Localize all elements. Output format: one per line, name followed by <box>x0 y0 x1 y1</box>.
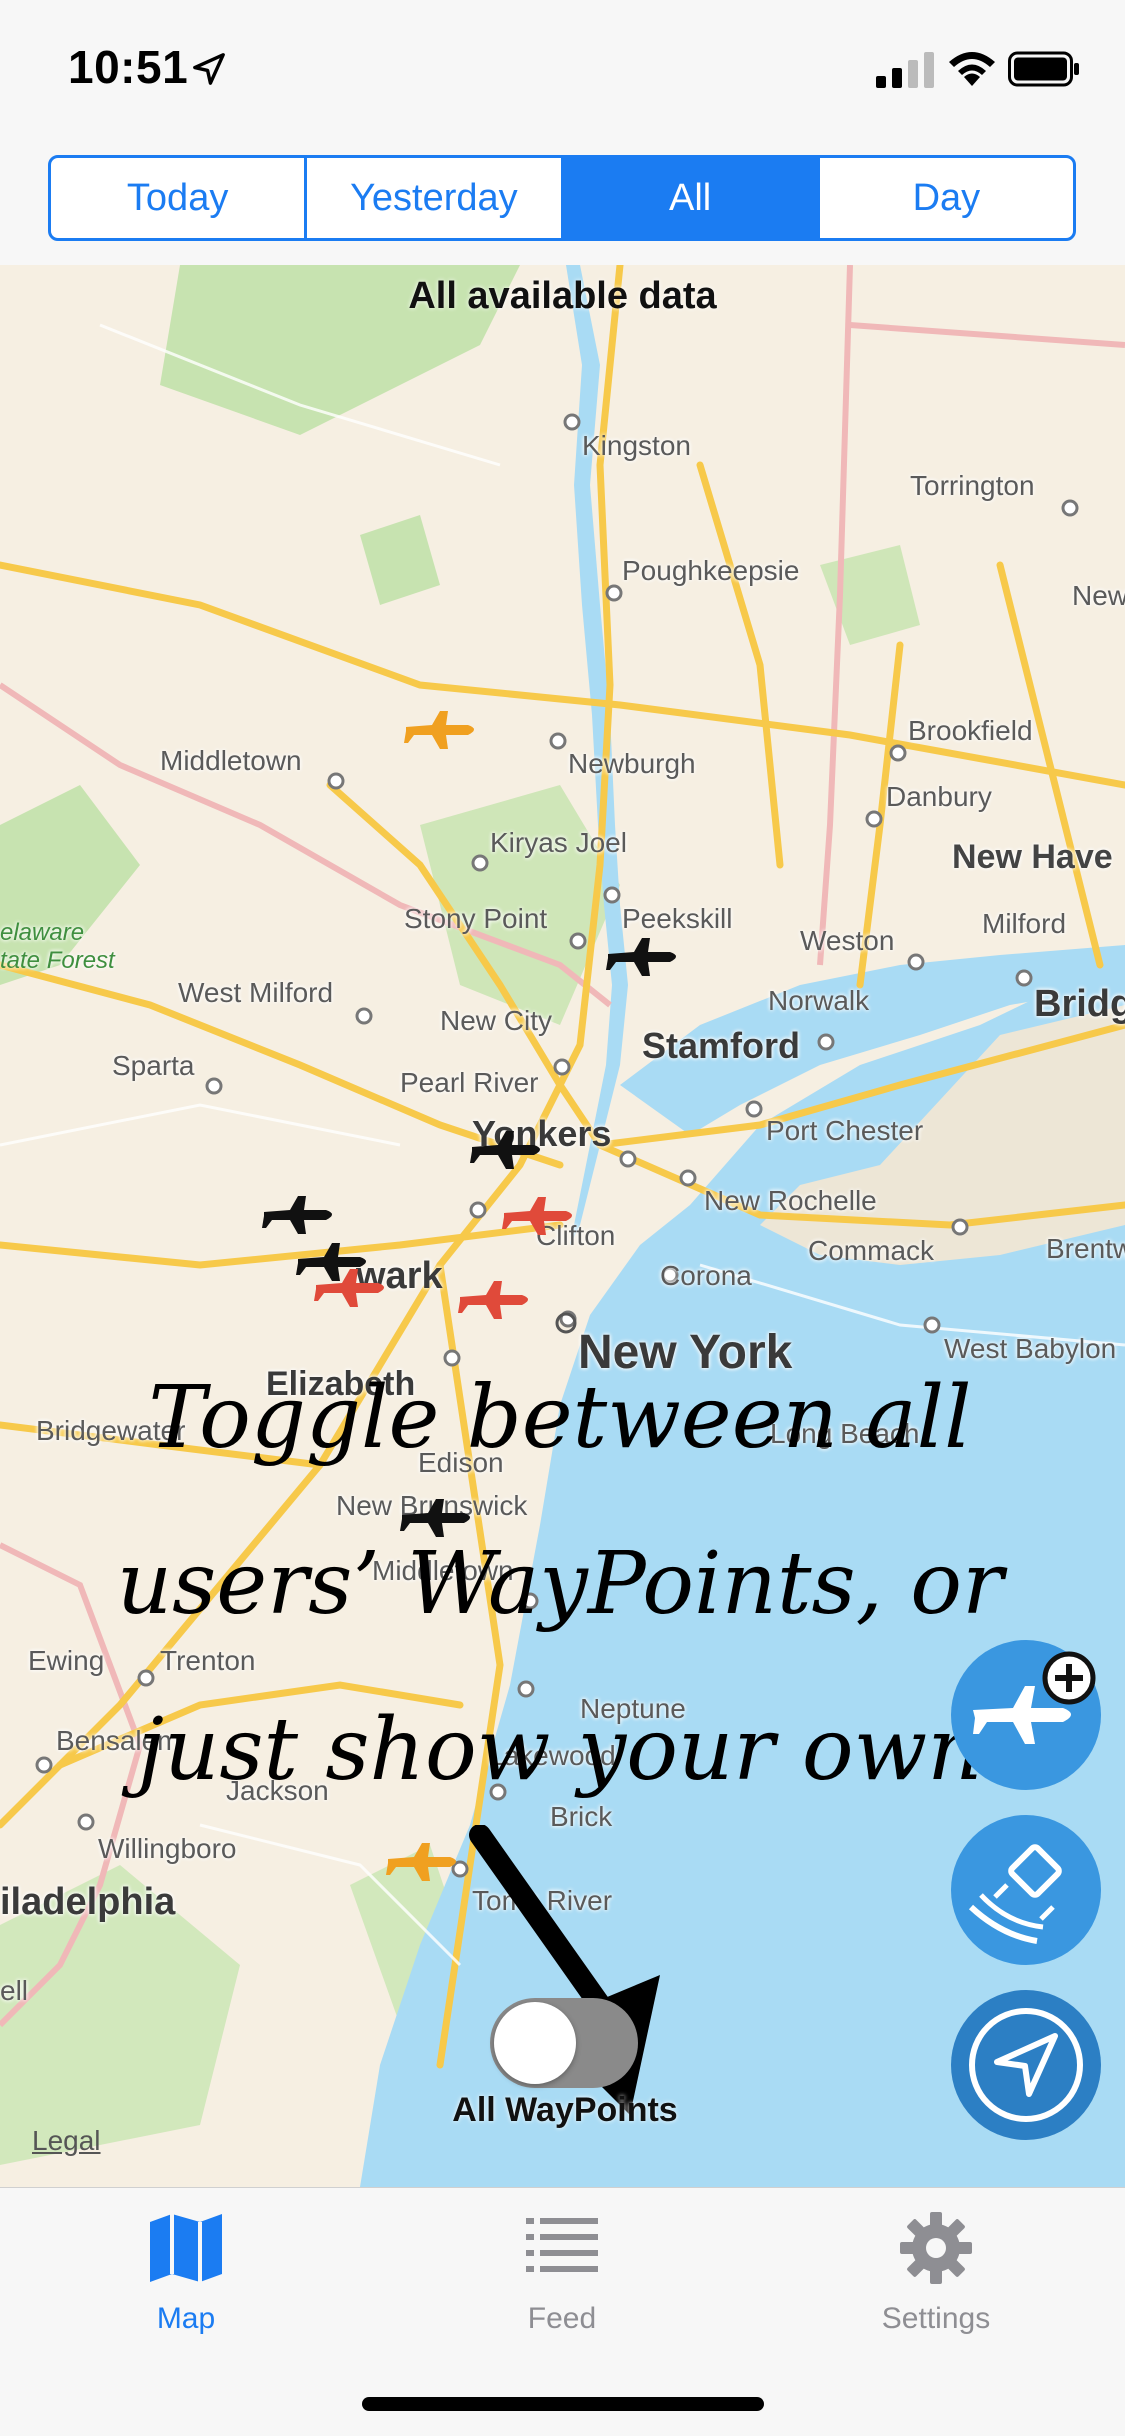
place-label: Milford <box>982 908 1067 939</box>
place-label: Weston <box>800 925 895 956</box>
home-indicator <box>362 2397 764 2411</box>
place-label: New <box>1072 580 1125 611</box>
date-range-segmented-control: Today Yesterday All Day <box>48 155 1076 241</box>
toggle-knob <box>494 2002 576 2084</box>
map-title: All available data <box>408 275 717 317</box>
place-label: Norwalk <box>768 985 870 1016</box>
place-label: Kingston <box>582 430 691 461</box>
segment-all[interactable]: All <box>563 158 820 238</box>
place-label: Sparta <box>112 1050 195 1081</box>
list-icon <box>526 2218 598 2272</box>
place-label: ell <box>0 1975 29 2006</box>
place-label: Bridg <box>1034 983 1125 1025</box>
place-label: Corona <box>660 1260 752 1291</box>
satellite-icon <box>951 1815 1101 1965</box>
cellular-signal-icon <box>876 52 934 88</box>
place-label: Brentwo <box>1046 1233 1125 1264</box>
tab-label: Map <box>156 2302 216 2335</box>
place-label: Newburgh <box>568 748 696 779</box>
place-label: New Have <box>952 838 1113 876</box>
place-label: Torrington <box>910 470 1035 501</box>
tab-label: Feed <box>527 2302 597 2335</box>
waypoint-plane-icon[interactable] <box>456 1275 536 1325</box>
add-waypoint-button[interactable] <box>951 1640 1101 1790</box>
tutorial-annotation: Toggle between all users’ WayPoints, or … <box>60 1335 1060 1833</box>
gear-icon <box>900 2212 972 2284</box>
tab-map[interactable]: Map <box>86 2208 286 2336</box>
waypoint-plane-icon[interactable] <box>260 1190 340 1240</box>
current-location-button[interactable] <box>951 1990 1101 2140</box>
segment-today[interactable]: Today <box>51 158 308 238</box>
place-label: West Milford <box>178 977 334 1008</box>
segment-yesterday[interactable]: Yesterday <box>307 158 564 238</box>
segment-day[interactable]: Day <box>820 158 1073 238</box>
legal-link[interactable]: Legal <box>32 2125 101 2157</box>
place-label: Kiryas Joel <box>490 827 627 858</box>
place-label: Peekskill <box>622 903 733 934</box>
waypoint-plane-icon[interactable] <box>468 1125 548 1175</box>
place-label: Poughkeepsie <box>622 555 800 586</box>
waypoint-plane-icon[interactable] <box>312 1263 392 1313</box>
annotation-line: just show your own <box>137 1700 983 1800</box>
place-label: Port Chester <box>766 1115 924 1146</box>
location-arrow-icon <box>951 1990 1101 2140</box>
annotation-line: users’ WayPoints, or <box>116 1534 1004 1634</box>
status-time: 10:51 <box>68 41 189 93</box>
map-type-button[interactable] <box>951 1815 1101 1965</box>
map-icon <box>150 2214 222 2282</box>
all-waypoints-toggle[interactable] <box>490 1998 638 2088</box>
location-services-icon <box>193 53 225 85</box>
place-label: iladelphia <box>0 1881 176 1923</box>
place-label: Commack <box>808 1235 935 1266</box>
battery-icon <box>1008 51 1079 87</box>
place-label: tate Forest <box>0 947 115 974</box>
all-waypoints-label: All WayPoints <box>452 2091 678 2129</box>
place-label: elaware <box>0 919 85 946</box>
place-label: Stony Point <box>404 903 548 934</box>
tab-feed[interactable]: Feed <box>462 2208 662 2336</box>
place-label: Brookfield <box>908 715 1033 746</box>
waypoint-plane-icon[interactable] <box>402 705 482 755</box>
place-label: Danbury <box>886 781 992 812</box>
map-view[interactable]: All available data Kingston Torrington P… <box>0 265 1125 2187</box>
tab-settings[interactable]: Settings <box>836 2208 1036 2336</box>
annotation-line: Toggle between all <box>148 1368 972 1468</box>
tab-label: Settings <box>881 2302 991 2335</box>
place-label: Stamford <box>642 1025 801 1066</box>
place-label: New Rochelle <box>704 1185 877 1216</box>
place-label: Middletown <box>160 745 302 776</box>
status-bar: 10:51 <box>0 0 1125 140</box>
wifi-icon <box>949 52 995 86</box>
waypoint-plane-icon[interactable] <box>604 932 684 982</box>
place-label: New City <box>440 1005 553 1036</box>
place-label: Willingboro <box>98 1833 237 1864</box>
plane-add-icon <box>951 1640 1101 1790</box>
place-label: Pearl River <box>400 1067 539 1098</box>
waypoint-plane-icon[interactable] <box>500 1191 580 1241</box>
